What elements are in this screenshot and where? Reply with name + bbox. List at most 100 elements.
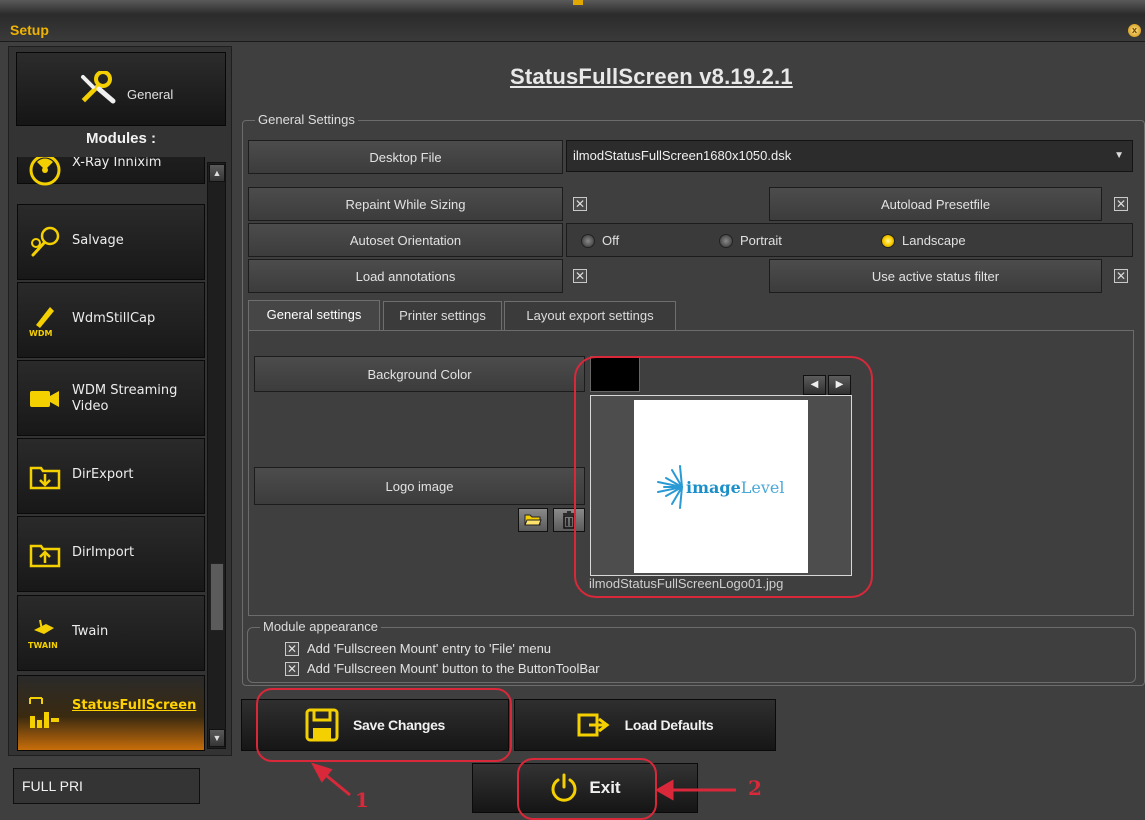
background-color-swatch[interactable] xyxy=(590,356,640,392)
save-icon xyxy=(305,708,339,742)
autoload-label: Autoload Presetfile xyxy=(769,187,1102,221)
modules-header: Modules : xyxy=(86,130,156,147)
status-filter-label: Use active status filter xyxy=(769,259,1102,293)
desktop-file-label: Desktop File xyxy=(248,140,563,174)
option-file-menu[interactable]: ✕ Add 'Fullscreen Mount' entry to 'File'… xyxy=(285,641,551,656)
window-titlebar: Setup x xyxy=(0,0,1145,42)
orientation-radio-group: Off Portrait Landscape xyxy=(566,223,1133,257)
sidebar-item-label: WdmStillCap xyxy=(72,311,156,326)
chevron-down-icon[interactable]: ▼ xyxy=(1114,141,1124,171)
radio-dot-selected xyxy=(881,233,895,248)
close-icon[interactable]: x xyxy=(1128,24,1141,37)
radiation-icon xyxy=(29,157,61,186)
scroll-down-icon[interactable]: ▼ xyxy=(209,729,225,747)
sidebar-item-xray-innixim[interactable]: X-Ray Innixim xyxy=(17,157,205,186)
status-filter-checkbox[interactable]: ✕ xyxy=(1114,269,1128,283)
general-button[interactable]: General xyxy=(16,52,226,126)
sidebar-item-wdm-streaming-video[interactable]: WDM Streaming Video xyxy=(17,360,205,436)
title-marker xyxy=(573,0,583,5)
scroll-thumb[interactable] xyxy=(210,563,224,631)
power-icon xyxy=(551,773,577,802)
save-label: Save Changes xyxy=(352,717,446,733)
load-icon xyxy=(577,713,610,737)
sidebar-item-label: WDM Streaming Video xyxy=(72,383,178,414)
status-field: FULL PRI xyxy=(13,768,200,804)
desktop-file-select[interactable]: ilmodStatusFullScreen1680x1050.dsk ▼ xyxy=(566,140,1133,172)
annotation-number-1: 1 xyxy=(355,788,369,812)
logo-filename: ilmodStatusFullScreenLogo01.jpg xyxy=(589,576,784,591)
logo-image-label: Logo image xyxy=(254,467,585,505)
option-button-toolbar[interactable]: ✕ Add 'Fullscreen Mount' button to the B… xyxy=(285,661,600,676)
tab-printer-settings[interactable]: Printer settings xyxy=(383,301,502,331)
svg-text:TWAIN: TWAIN xyxy=(28,641,58,650)
sidebar-item-label: DirExport xyxy=(72,467,134,482)
radio-label: Portrait xyxy=(740,233,782,248)
open-folder-icon[interactable] xyxy=(518,508,548,532)
general-label: General xyxy=(127,87,174,102)
folder-import-icon xyxy=(29,544,61,568)
logo-brand-bold: image xyxy=(686,478,741,497)
orientation-label: Autoset Orientation xyxy=(248,223,563,257)
repaint-label: Repaint While Sizing xyxy=(248,187,563,221)
tab-general-settings[interactable]: General settings xyxy=(248,300,380,331)
trash-icon[interactable] xyxy=(553,508,585,532)
sidebar-item-wdmstillcap[interactable]: WDM WdmStillCap xyxy=(17,282,205,358)
logo-burst-icon xyxy=(657,465,683,509)
sidebar-item-label: Salvage xyxy=(72,233,124,248)
wdm-pen-icon: WDM xyxy=(29,307,54,337)
module-list: X-Ray Innixim Salvage WDM WdmStillCap WD… xyxy=(17,157,205,755)
salvage-icon xyxy=(31,226,60,257)
exit-label: Exit xyxy=(589,778,621,797)
module-scrollbar[interactable]: ▲ ▼ xyxy=(207,162,226,749)
radio-dot xyxy=(719,233,733,248)
logo-nav: ◀ ▶ xyxy=(803,375,852,395)
radio-label: Landscape xyxy=(902,233,966,248)
annotations-label: Load annotations xyxy=(248,259,563,293)
logo-preview: imageLevel xyxy=(590,395,852,576)
radio-label: Off xyxy=(602,233,620,248)
sidebar-item-salvage[interactable]: Salvage xyxy=(17,204,205,280)
sidebar-item-label: StatusFullScreen xyxy=(72,698,197,713)
repaint-checkbox[interactable]: ✕ xyxy=(573,197,587,211)
sidebar-item-statusfullscreen[interactable]: StatusFullScreen xyxy=(17,675,205,751)
tools-icon xyxy=(80,71,116,104)
file-menu-checkbox[interactable]: ✕ xyxy=(285,641,299,656)
annotations-checkbox[interactable]: ✕ xyxy=(573,269,587,283)
logo-brand: imageLevel xyxy=(686,478,784,497)
sidebar: General Modules : X-Ray Innixim Salvage … xyxy=(8,46,232,756)
desktop-file-value: ilmodStatusFullScreen1680x1050.dsk xyxy=(573,148,792,163)
option-label: Add 'Fullscreen Mount' button to the But… xyxy=(307,661,600,676)
next-icon[interactable]: ▶ xyxy=(828,375,851,395)
option-label: Add 'Fullscreen Mount' entry to 'File' m… xyxy=(307,641,552,656)
sidebar-item-dirimport[interactable]: DirImport xyxy=(17,516,205,592)
radio-off[interactable]: Off xyxy=(581,233,619,248)
svg-text:WDM: WDM xyxy=(29,329,52,337)
window-title: Setup xyxy=(10,22,49,38)
scroll-up-icon[interactable]: ▲ xyxy=(209,164,225,182)
logo-image: imageLevel xyxy=(634,400,808,573)
radio-portrait[interactable]: Portrait xyxy=(719,233,782,248)
annotation-number-2: 2 xyxy=(748,776,762,800)
toolbar-checkbox[interactable]: ✕ xyxy=(285,661,299,676)
sidebar-item-twain[interactable]: TWAIN Twain xyxy=(17,595,205,671)
group-label: General Settings xyxy=(255,112,358,127)
group-label: Module appearance xyxy=(260,619,381,634)
tab-layout-export-settings[interactable]: Layout export settings xyxy=(504,301,676,331)
autoload-checkbox[interactable]: ✕ xyxy=(1114,197,1128,211)
page-title: StatusFullScreen v8.19.2.1 xyxy=(510,64,793,89)
load-defaults-button[interactable]: Load Defaults xyxy=(514,699,776,751)
load-defaults-label: Load Defaults xyxy=(624,717,714,733)
radio-landscape[interactable]: Landscape xyxy=(881,233,966,248)
statusfullscreen-icon xyxy=(29,697,59,728)
save-changes-button[interactable]: Save Changes xyxy=(241,699,509,751)
folder-export-icon xyxy=(29,466,61,490)
logo-brand-light: Level xyxy=(740,478,785,497)
sidebar-item-label: X-Ray Innixim xyxy=(72,157,162,170)
sidebar-item-direxport[interactable]: DirExport xyxy=(17,438,205,514)
sidebar-item-label: DirImport xyxy=(72,545,135,560)
twain-icon: TWAIN xyxy=(28,619,58,650)
sidebar-item-label: Twain xyxy=(72,624,109,639)
previous-icon[interactable]: ◀ xyxy=(803,375,826,395)
background-color-label: Background Color xyxy=(254,356,585,392)
exit-button[interactable]: Exit xyxy=(472,763,698,813)
